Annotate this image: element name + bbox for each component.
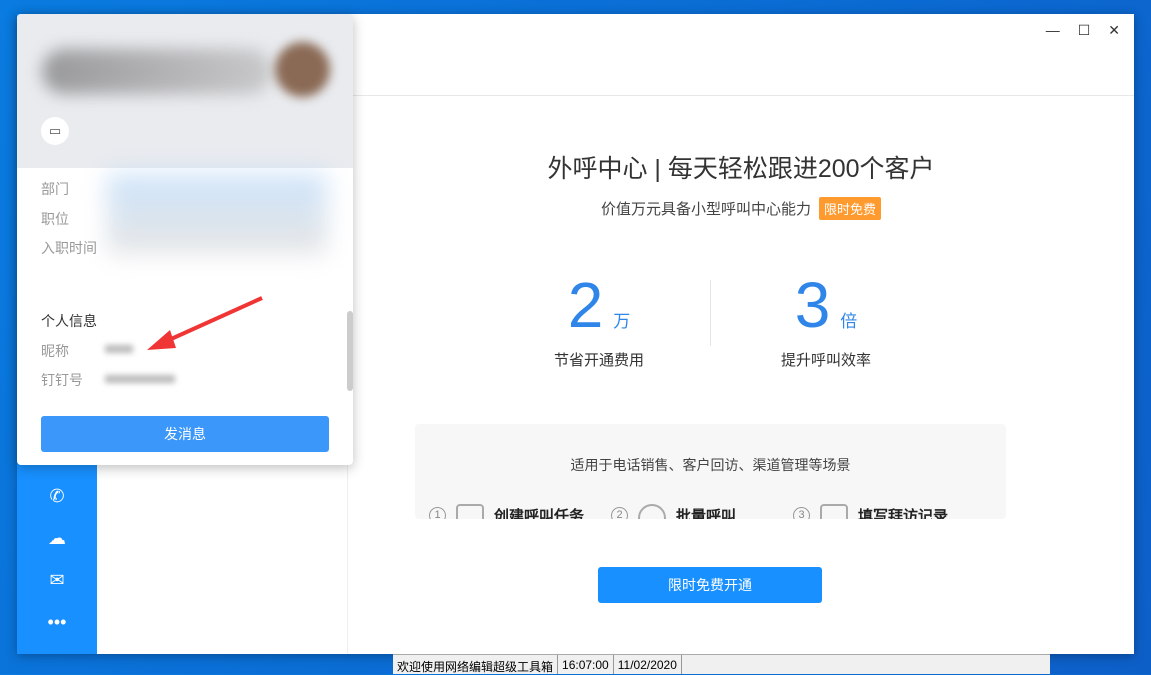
- scrollbar[interactable]: [347, 311, 353, 391]
- field-nickname: 昵称: [41, 343, 69, 359]
- field-position: 职位: [41, 211, 69, 227]
- subtitle: 价值万元具备小型呼叫中心能力 限时免费: [348, 197, 1134, 220]
- subtitle-text: 价值万元具备小型呼叫中心能力: [600, 201, 811, 218]
- status-date: 11/02/2020: [614, 655, 682, 674]
- field-dingtalk-id: 钉钉号: [41, 372, 83, 388]
- field-department: 部门: [41, 181, 69, 197]
- status-message: 欢迎使用网络编辑超级工具箱: [393, 655, 559, 674]
- close-button[interactable]: ✕: [1108, 22, 1120, 39]
- status-time: 16:07:00: [558, 655, 614, 674]
- business-card-icon[interactable]: ▭: [41, 117, 69, 145]
- blurred-info: [107, 174, 327, 254]
- stat-label: 节省开通费用: [553, 352, 644, 369]
- profile-header: ▭: [17, 14, 353, 168]
- status-bar: 欢迎使用网络编辑超级工具箱 16:07:00 11/02/2020: [393, 654, 1050, 674]
- mail-icon[interactable]: ✉: [45, 568, 69, 592]
- stat-efficiency: 3倍 提升呼叫效率: [726, 269, 926, 370]
- stat-label: 提升呼叫效率: [780, 352, 871, 369]
- stat-value: 3: [794, 269, 831, 341]
- stat-unit: 万: [613, 312, 631, 331]
- step-number: 2: [611, 506, 628, 519]
- profile-popup: ▭ 部门 职位 入职时间 个人信息 昵称 钉钉号 发消息: [17, 14, 353, 465]
- stat-unit: 倍: [840, 312, 858, 331]
- field-join-date: 入职时间: [41, 240, 97, 256]
- minimize-button[interactable]: —: [1046, 22, 1060, 39]
- edit-record-icon: [820, 504, 848, 519]
- more-icon[interactable]: •••: [45, 610, 69, 634]
- task-icon: [456, 504, 484, 519]
- scenario-box: 适用于电话销售、客户回访、渠道管理等场景 1 创建呼叫任务 2 批量呼叫 3 填写拜访…: [415, 424, 1006, 519]
- step-number: 3: [793, 506, 810, 519]
- scenario-text: 适用于电话销售、客户回访、渠道管理等场景: [570, 457, 851, 473]
- section-personal-info: 个人信息: [41, 313, 97, 329]
- dingtalk-id-value: [105, 375, 175, 383]
- phone-call-icon[interactable]: ✆: [45, 484, 69, 508]
- stat-value: 2: [567, 269, 604, 341]
- headset-icon: [638, 504, 666, 519]
- free-badge: 限时免费: [819, 197, 882, 220]
- red-arrow-annotation: [147, 296, 263, 350]
- step-batch-call: 2 批量呼叫: [611, 504, 793, 519]
- send-message-button[interactable]: 发消息: [41, 416, 329, 452]
- step-record: 3 填写拜访记录: [793, 504, 975, 519]
- step-label: 批量呼叫: [676, 507, 737, 520]
- step-label: 填写拜访记录: [858, 507, 949, 520]
- nickname-value: [105, 345, 133, 353]
- page-title: 外呼中心 | 每天轻松跟进200个客户: [547, 155, 935, 183]
- avatar[interactable]: [275, 42, 330, 97]
- blurred-name: [42, 49, 272, 94]
- step-label: 创建呼叫任务: [494, 507, 585, 520]
- maximize-button[interactable]: ☐: [1078, 22, 1091, 39]
- step-number: 1: [429, 506, 446, 519]
- divider: [710, 280, 711, 346]
- main-panel: — ☐ ✕ 外呼中心 | 每天轻松跟进200个客户 价值万元具备小型呼叫中心能力…: [348, 14, 1134, 654]
- cloud-icon[interactable]: ☁: [45, 526, 69, 550]
- activate-free-button[interactable]: 限时免费开通: [598, 567, 822, 603]
- header: [348, 14, 1134, 96]
- step-create-task: 1 创建呼叫任务: [429, 504, 611, 519]
- stat-savings: 2万 节省开通费用: [499, 269, 699, 370]
